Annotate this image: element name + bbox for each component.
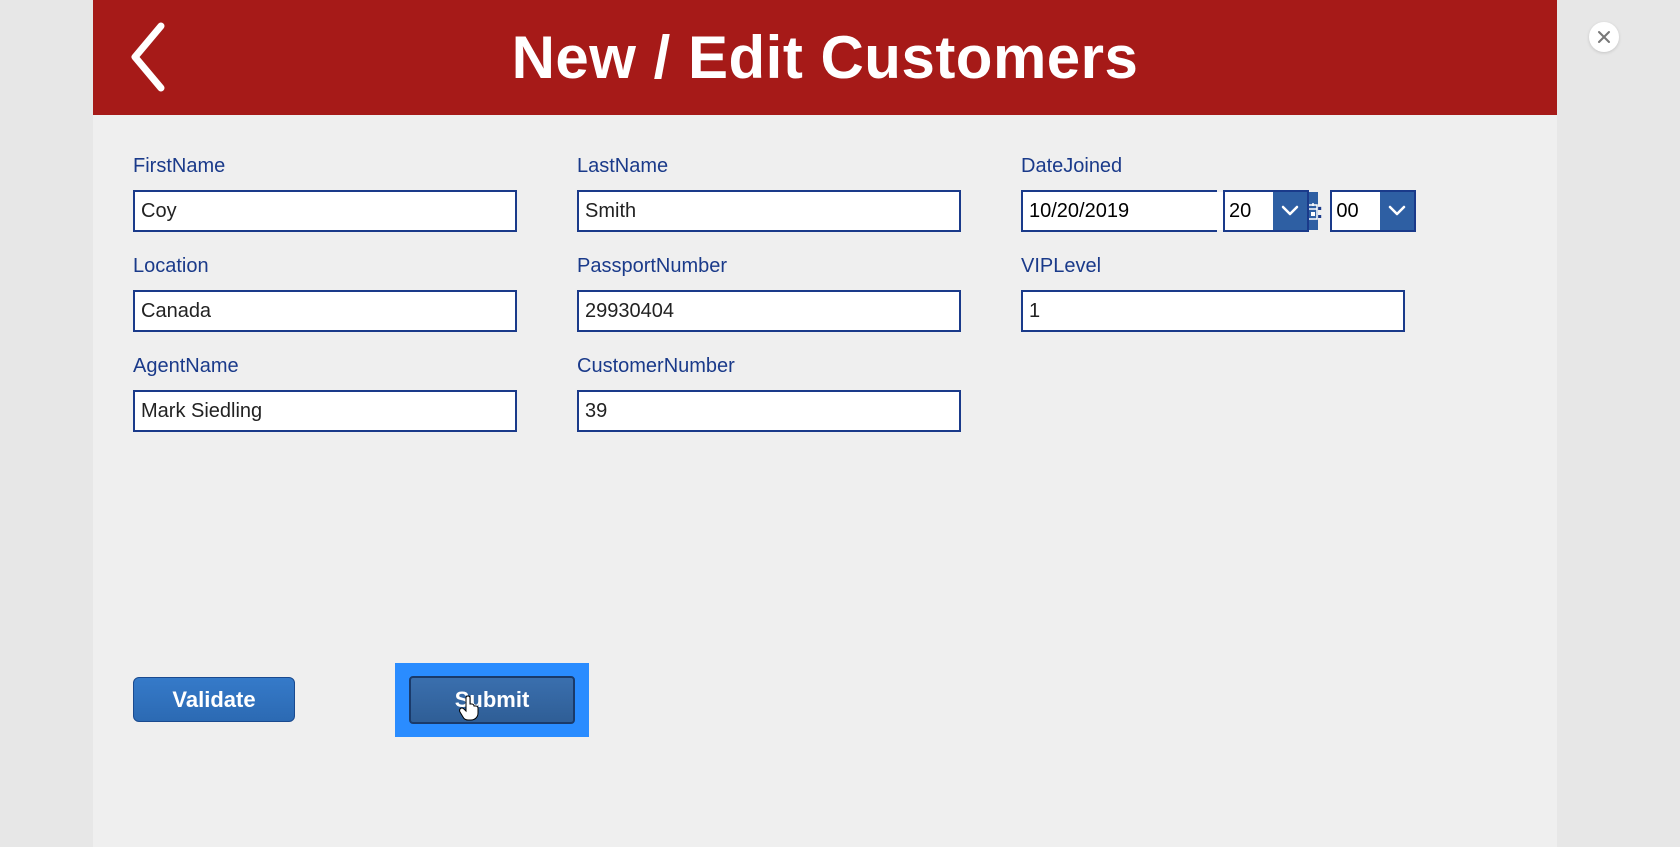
input-customernumber[interactable] <box>577 390 961 432</box>
label-agentname: AgentName <box>133 355 517 378</box>
dialog-title: New / Edit Customers <box>93 23 1557 92</box>
label-firstname: FirstName <box>133 155 517 178</box>
form-area: FirstName LastName DateJoined <box>93 115 1557 847</box>
hour-dropdown <box>1223 190 1309 232</box>
field-location: Location <box>133 255 517 332</box>
label-location: Location <box>133 255 517 278</box>
time-separator: : <box>1315 198 1324 224</box>
hour-dropdown-button[interactable] <box>1273 192 1307 230</box>
input-datejoined-minute[interactable] <box>1332 192 1380 230</box>
close-button[interactable] <box>1589 22 1619 52</box>
minute-dropdown-button[interactable] <box>1380 192 1414 230</box>
label-viplevel: VIPLevel <box>1021 255 1405 278</box>
dialog-window: New / Edit Customers FirstName LastName … <box>93 0 1557 847</box>
input-location[interactable] <box>133 290 517 332</box>
field-customernumber: CustomerNumber <box>577 355 961 432</box>
chevron-down-icon <box>1281 205 1299 217</box>
input-passportnumber[interactable] <box>577 290 961 332</box>
label-lastname: LastName <box>577 155 961 178</box>
chevron-down-icon <box>1388 205 1406 217</box>
input-datejoined-hour[interactable] <box>1225 192 1273 230</box>
label-datejoined: DateJoined <box>1021 155 1416 178</box>
field-viplevel: VIPLevel <box>1021 255 1405 332</box>
minute-dropdown <box>1330 190 1416 232</box>
label-customernumber: CustomerNumber <box>577 355 961 378</box>
submit-button[interactable]: Submit <box>409 676 575 724</box>
input-lastname[interactable] <box>577 190 961 232</box>
input-agentname[interactable] <box>133 390 517 432</box>
dialog-header: New / Edit Customers <box>93 0 1557 115</box>
date-picker <box>1021 190 1217 232</box>
field-lastname: LastName <box>577 155 961 232</box>
field-firstname: FirstName <box>133 155 517 232</box>
submit-highlight: Submit <box>395 663 589 737</box>
back-button[interactable] <box>123 18 171 96</box>
chevron-left-icon <box>127 20 167 94</box>
field-agentname: AgentName <box>133 355 517 432</box>
field-passportnumber: PassportNumber <box>577 255 961 332</box>
input-firstname[interactable] <box>133 190 517 232</box>
input-viplevel[interactable] <box>1021 290 1405 332</box>
label-passportnumber: PassportNumber <box>577 255 961 278</box>
close-icon <box>1597 30 1611 44</box>
field-datejoined: DateJoined <box>1021 155 1416 232</box>
validate-button[interactable]: Validate <box>133 677 295 722</box>
